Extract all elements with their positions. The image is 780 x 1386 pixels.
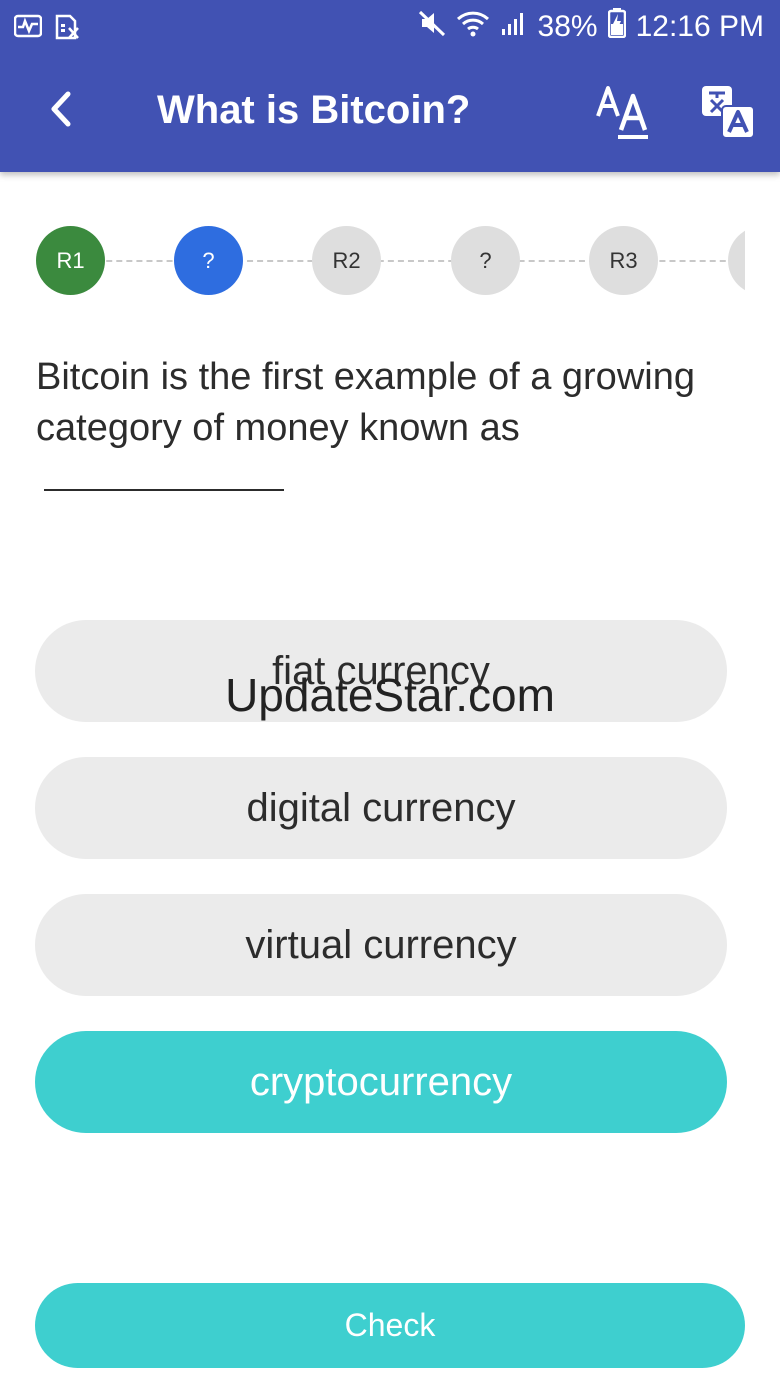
font-size-icon [594, 86, 656, 146]
progress-step: ? [451, 226, 520, 295]
progress-step [728, 226, 745, 295]
signal-icon [500, 9, 528, 45]
app-header: 38% 12:16 PM What is Bitcoin? [0, 0, 780, 172]
answer-option[interactable]: digital currency [35, 757, 727, 859]
font-size-button[interactable] [594, 82, 656, 142]
answer-blank [44, 455, 284, 491]
answer-option-selected[interactable]: cryptocurrency [35, 1031, 727, 1133]
status-bar: 38% 12:16 PM [0, 0, 780, 56]
clock: 12:16 PM [635, 10, 764, 43]
answer-option[interactable]: virtual currency [35, 894, 727, 996]
check-button[interactable]: Check [35, 1283, 745, 1368]
answer-option[interactable]: fiat currency [35, 620, 727, 722]
wifi-icon [456, 9, 490, 45]
translate-icon [700, 86, 756, 144]
answer-option-label: cryptocurrency [249, 1059, 513, 1104]
back-button[interactable] [36, 86, 86, 136]
back-chevron-icon [46, 91, 76, 132]
answer-option-label: fiat currency [272, 648, 490, 693]
progress-steps: R1 ? R2 ? R3 [36, 226, 745, 296]
translate-button[interactable] [700, 84, 756, 140]
progress-step: R1 [36, 226, 105, 295]
question-text: Bitcoin is the first example of a growin… [36, 356, 695, 449]
sim-off-icon [54, 14, 80, 45]
mute-icon [418, 9, 446, 45]
answer-option-label: digital currency [246, 785, 516, 830]
question: Bitcoin is the first example of a growin… [36, 352, 726, 505]
progress-step: ? [174, 226, 243, 295]
progress-step: R3 [589, 226, 658, 295]
toolbar: What is Bitcoin? [0, 56, 780, 172]
activity-icon [13, 14, 43, 45]
battery-charging-icon [607, 8, 626, 46]
page-title: What is Bitcoin? [157, 88, 471, 132]
battery-percent: 38% [537, 10, 598, 43]
progress-step: R2 [312, 226, 381, 295]
answer-option-label: virtual currency [245, 922, 517, 967]
